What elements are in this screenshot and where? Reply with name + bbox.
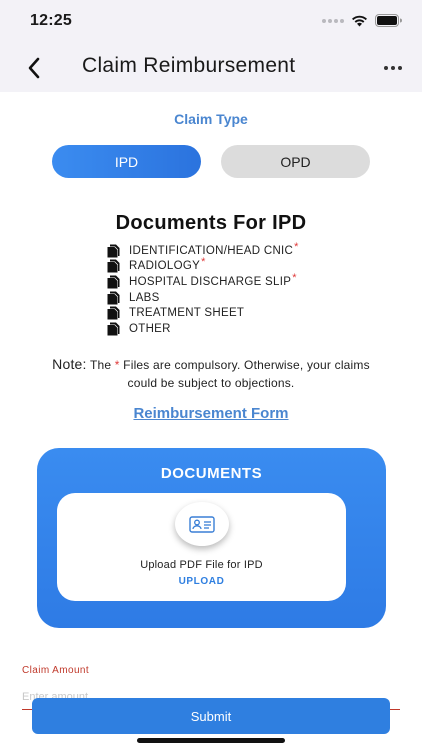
file-copy-icon xyxy=(107,306,120,320)
upload-dropzone[interactable]: Upload PDF File for IPD UPLOAD xyxy=(57,493,346,601)
document-label: OTHER xyxy=(129,322,171,335)
cellular-signal-icon xyxy=(322,18,344,23)
claim-type-opd-button[interactable]: OPD xyxy=(221,145,370,178)
required-mark: * xyxy=(292,271,297,284)
list-item: HOSPITAL DISCHARGE SLIP * xyxy=(107,271,299,290)
documents-heading: Documents For IPD xyxy=(115,212,307,234)
file-copy-icon xyxy=(107,244,120,258)
list-item: TREATMENT SHEET xyxy=(107,305,299,321)
document-label: IDENTIFICATION/HEAD CNIC xyxy=(129,244,294,257)
more-horizontal-icon xyxy=(384,66,388,70)
status-icons xyxy=(322,14,402,27)
documents-card-title: DOCUMENTS xyxy=(160,465,263,482)
upload-button[interactable]: UPLOAD xyxy=(57,576,346,587)
upload-icon-button[interactable] xyxy=(174,502,229,546)
page-title: Claim Reimbursement xyxy=(82,54,296,77)
note-label: Note: xyxy=(52,356,87,372)
file-copy-icon xyxy=(107,291,120,305)
required-mark: * xyxy=(294,240,299,253)
document-label: HOSPITAL DISCHARGE SLIP xyxy=(129,275,292,288)
more-options-button[interactable] xyxy=(380,55,406,81)
note-text-after: Files are compulsory. Otherwise, your cl… xyxy=(119,358,370,390)
back-button[interactable] xyxy=(20,54,48,82)
battery-icon xyxy=(375,14,402,27)
file-copy-icon xyxy=(107,275,120,289)
documents-upload-card: DOCUMENTS Upload PDF File for IPD UPLOAD xyxy=(37,448,386,628)
compulsory-files-note: Note: The * Files are compulsory. Otherw… xyxy=(50,355,372,392)
list-item: RADIOLOGY * xyxy=(107,256,299,275)
claim-type-ipd-button[interactable]: IPD xyxy=(52,145,201,178)
file-copy-icon xyxy=(107,259,120,273)
claim-amount-label: Claim Amount xyxy=(22,665,90,676)
required-mark: * xyxy=(201,256,206,269)
required-documents-list: IDENTIFICATION/HEAD CNIC * RADIOLOGY * HOS… xyxy=(107,240,299,337)
chevron-left-icon xyxy=(28,57,40,79)
status-bar: 12:25 xyxy=(0,0,422,44)
document-label: RADIOLOGY xyxy=(129,260,201,273)
claim-type-label: Claim Type xyxy=(174,111,248,127)
submit-button[interactable]: Submit xyxy=(32,698,390,734)
status-time: 12:25 xyxy=(30,12,72,29)
list-item: LABS xyxy=(107,290,299,306)
note-text-before: The xyxy=(86,358,115,372)
list-item: OTHER xyxy=(107,321,299,337)
upload-caption: Upload PDF File for IPD xyxy=(140,559,263,571)
document-label: LABS xyxy=(129,291,160,304)
nav-bar: Claim Reimbursement xyxy=(0,44,422,92)
id-card-icon xyxy=(188,515,215,533)
file-copy-icon xyxy=(107,322,120,336)
reimbursement-form-link[interactable]: Reimbursement Form xyxy=(0,405,422,422)
document-label: TREATMENT SHEET xyxy=(129,307,245,320)
wifi-icon xyxy=(352,15,367,26)
home-indicator xyxy=(137,738,285,743)
